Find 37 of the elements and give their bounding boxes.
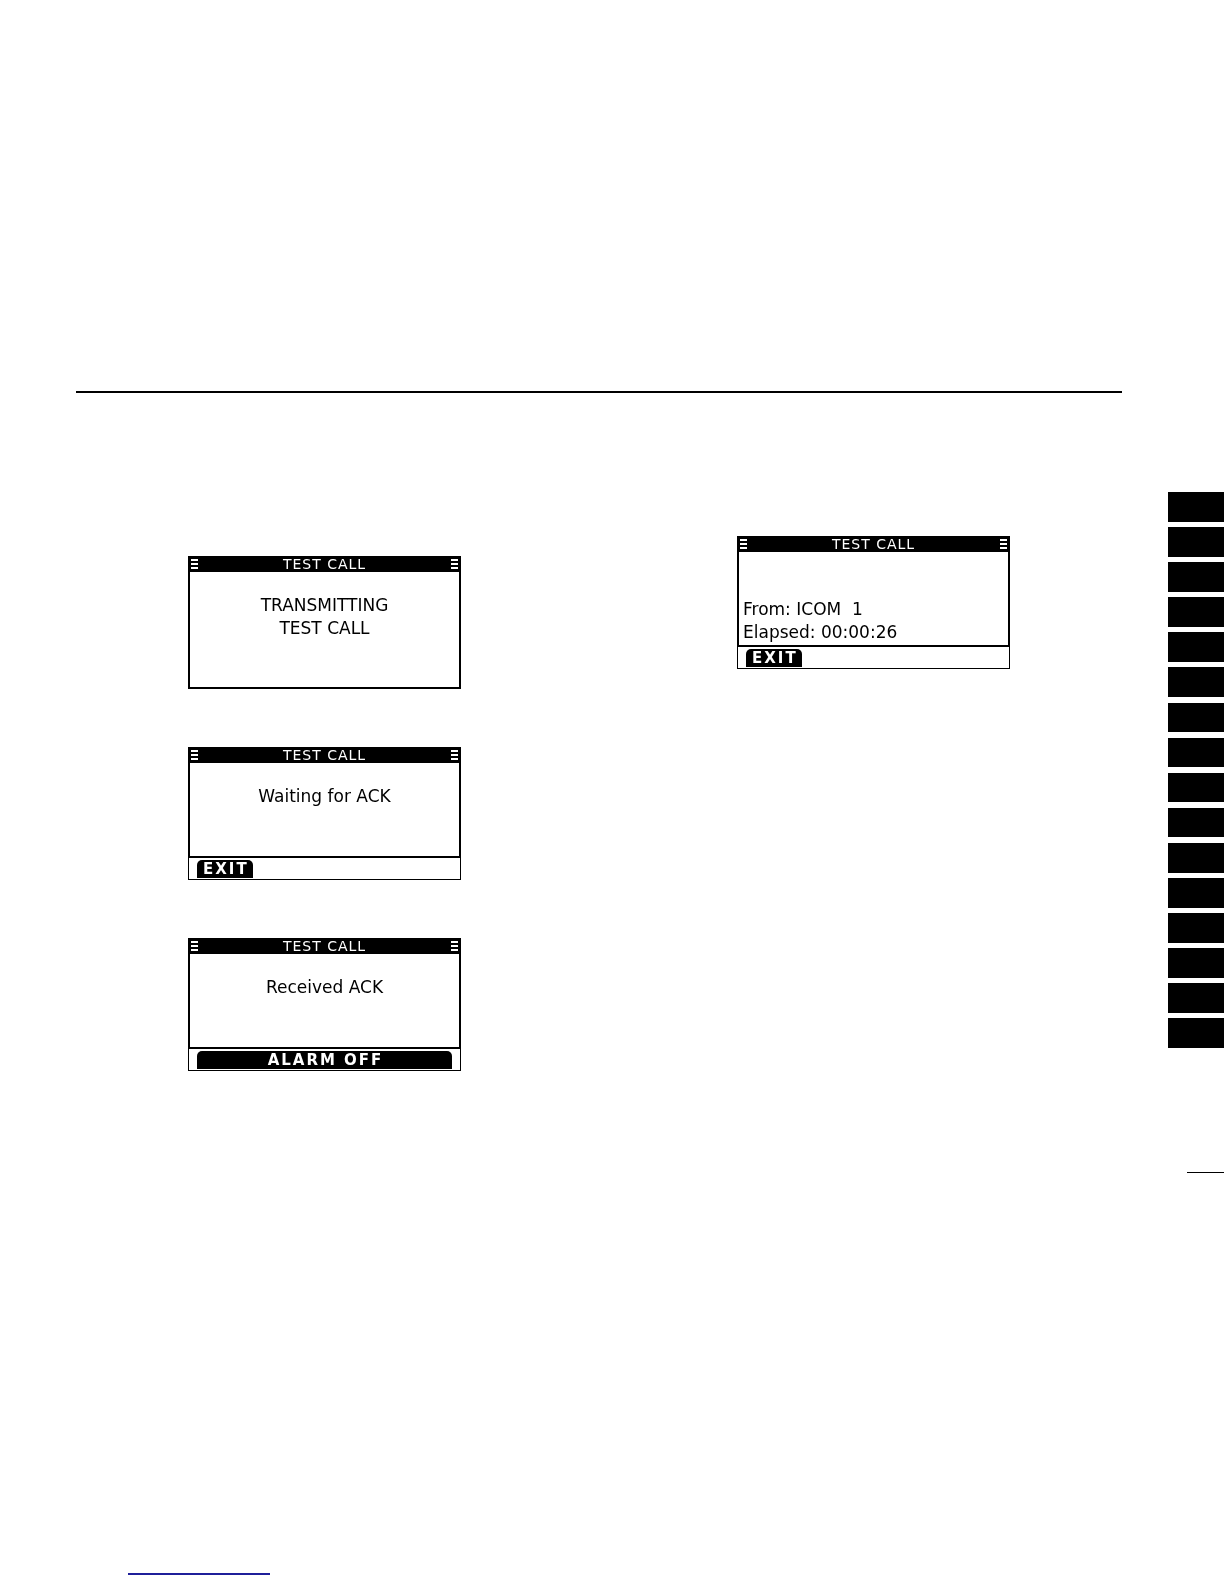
menu-icon — [740, 539, 747, 549]
thumb-index-block — [1168, 913, 1224, 943]
menu-icon — [191, 941, 198, 951]
thumb-index-block — [1168, 597, 1224, 627]
screen-title: TEST CALL — [282, 747, 367, 763]
display-text: Received ACK — [265, 976, 384, 999]
softkey-button[interactable]: ALARM OFF — [197, 1051, 452, 1069]
menu-icon — [451, 750, 458, 760]
thumb-index-block — [1168, 527, 1224, 557]
menu-icon — [1000, 539, 1007, 549]
thumb-index-block — [1168, 807, 1224, 838]
display-text: TEST CALL — [279, 617, 370, 640]
thumb-index-block — [1168, 737, 1224, 768]
thumb-index-block — [1168, 842, 1224, 873]
display-text: TRANSMITTING — [260, 594, 389, 617]
thumb-index-block — [1168, 492, 1224, 522]
thumb-index-block — [1168, 772, 1224, 803]
display-text: Waiting for ACK — [258, 785, 391, 808]
softkey-button[interactable]: EXIT — [746, 649, 802, 667]
menu-icon — [451, 941, 458, 951]
display-text: Elapsed: 00:00:26 — [743, 621, 898, 644]
screen-title: TEST CALL — [282, 556, 367, 572]
thumb-index-block — [1168, 1018, 1224, 1048]
thumb-index-block — [1168, 702, 1224, 733]
thumb-index-block — [1168, 878, 1224, 908]
menu-icon — [191, 559, 198, 569]
thumb-index-block — [1168, 983, 1224, 1013]
thumb-index-block — [1168, 632, 1224, 662]
thumb-index-block — [1168, 948, 1224, 978]
menu-icon — [451, 559, 458, 569]
thumb-index-block — [1168, 562, 1224, 592]
thumb-index-block — [1168, 667, 1224, 698]
display-text: From: ICOM 1 — [743, 598, 863, 621]
menu-icon — [191, 750, 198, 760]
screen-title: TEST CALL — [831, 536, 916, 552]
screen-title: TEST CALL — [282, 938, 367, 954]
softkey-button[interactable]: EXIT — [197, 860, 253, 878]
